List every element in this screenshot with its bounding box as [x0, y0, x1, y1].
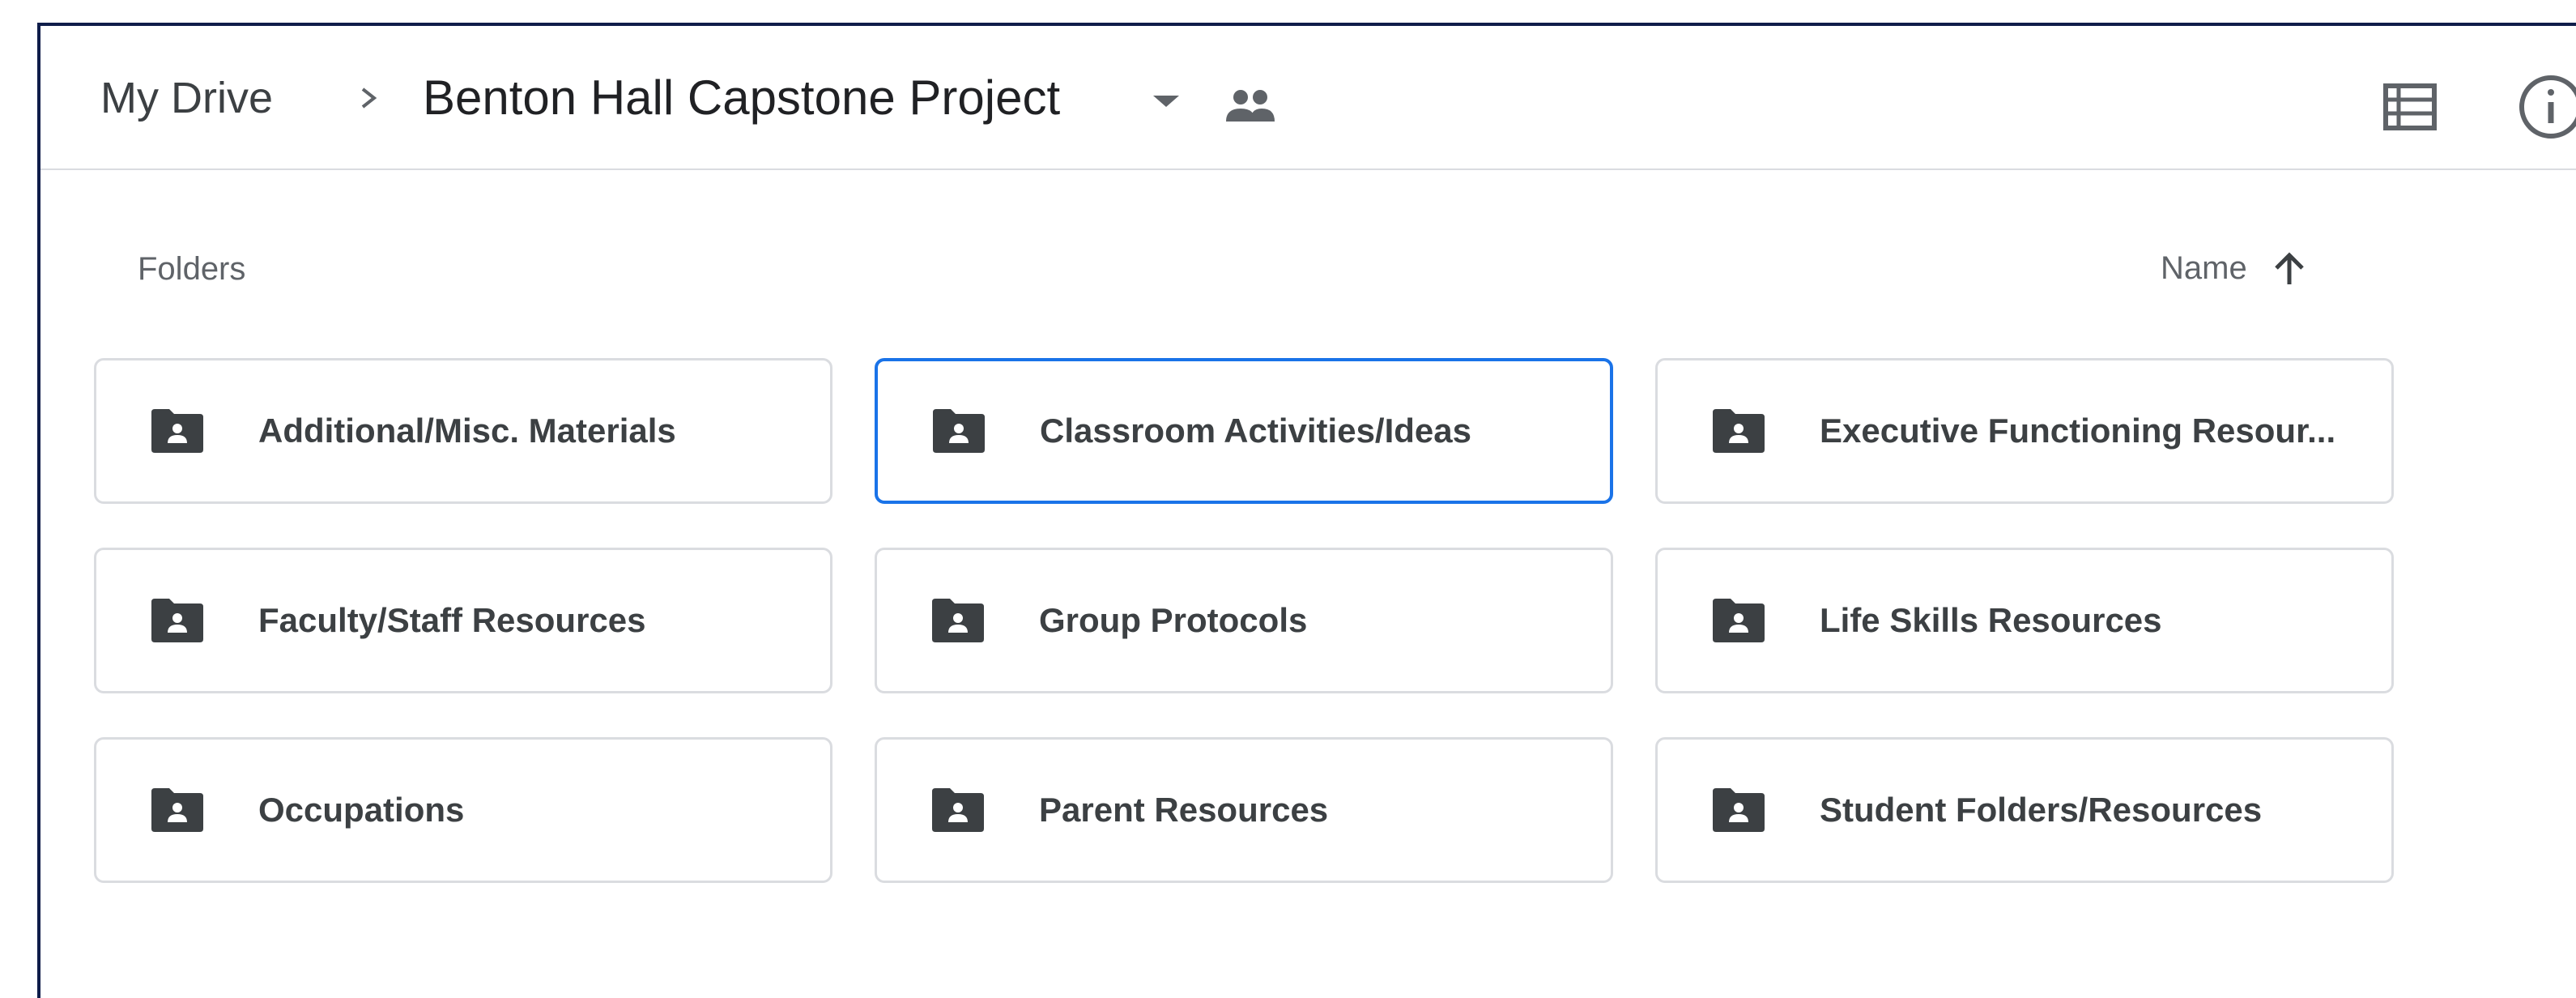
folder-card[interactable]: Additional/Misc. Materials	[94, 358, 832, 504]
caret-down-icon[interactable]	[1142, 79, 1190, 120]
folder-card[interactable]: Parent Resources	[875, 737, 1613, 883]
drive-window: My Drive Benton Hall Capstone Project Fo…	[37, 23, 2576, 998]
shared-folder-icon	[1713, 599, 1765, 642]
folder-card[interactable]: Group Protocols	[875, 548, 1613, 693]
folders-section-label: Folders	[138, 251, 246, 287]
shared-folder-icon	[151, 599, 203, 642]
folder-card[interactable]: Classroom Activities/Ideas	[875, 358, 1613, 504]
folder-card[interactable]: Occupations	[94, 737, 832, 883]
folder-name: Occupations	[258, 791, 465, 829]
sort-control[interactable]: Name	[2161, 238, 2312, 298]
list-view-icon[interactable]	[2379, 78, 2441, 136]
folder-name: Additional/Misc. Materials	[258, 412, 676, 450]
folder-card[interactable]: Faculty/Staff Resources	[94, 548, 832, 693]
people-icon[interactable]	[1221, 84, 1279, 130]
folder-card[interactable]: Executive Functioning Resour...	[1655, 358, 2394, 504]
breadcrumb-current-folder[interactable]: Benton Hall Capstone Project	[423, 70, 1060, 126]
folder-card[interactable]: Life Skills Resources	[1655, 548, 2394, 693]
folder-name: Executive Functioning Resour...	[1820, 412, 2336, 450]
shared-folder-icon	[932, 788, 984, 832]
shared-folder-icon	[933, 409, 985, 453]
sort-by-name-label[interactable]: Name	[2161, 250, 2247, 287]
shared-folder-icon	[151, 788, 203, 832]
shared-folder-icon	[151, 409, 203, 453]
info-icon[interactable]	[2512, 68, 2576, 146]
shared-folder-icon	[932, 599, 984, 642]
folder-name: Student Folders/Resources	[1820, 791, 2263, 829]
folder-grid: Additional/Misc. Materials Classroom Act…	[94, 358, 2394, 883]
breadcrumb-my-drive[interactable]: My Drive	[100, 70, 273, 126]
shared-folder-icon	[1713, 788, 1765, 832]
folder-name: Group Protocols	[1039, 601, 1308, 639]
folder-name: Classroom Activities/Ideas	[1040, 412, 1471, 450]
folder-card[interactable]: Student Folders/Resources	[1655, 737, 2394, 883]
shared-folder-icon	[1713, 409, 1765, 453]
arrow-up-icon[interactable]	[2267, 245, 2312, 291]
folder-name: Life Skills Resources	[1820, 601, 2162, 639]
chevron-right-icon	[361, 87, 377, 109]
drive-header: My Drive Benton Hall Capstone Project	[40, 26, 2576, 170]
folder-name: Faculty/Staff Resources	[258, 601, 646, 639]
folder-name: Parent Resources	[1039, 791, 1329, 829]
